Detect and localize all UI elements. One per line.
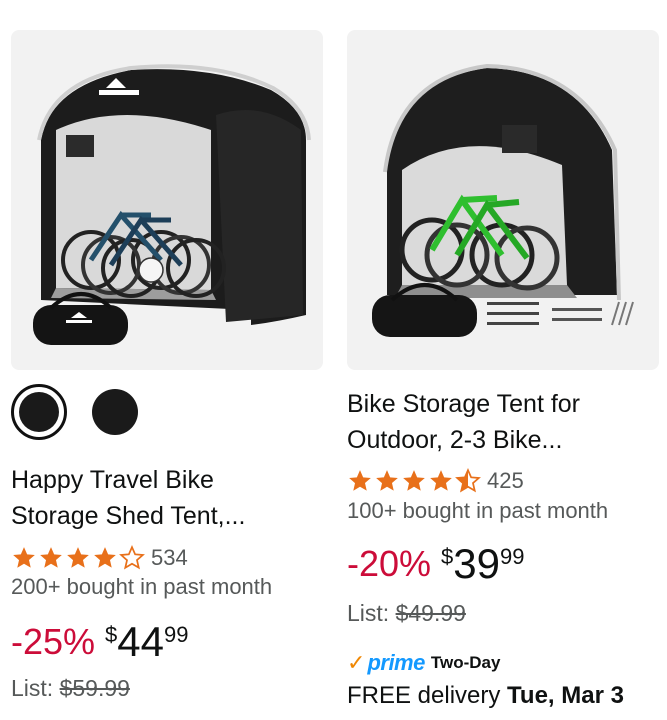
rating-count[interactable]: 425 [487,468,524,494]
list-price-2: List: $49.99 [347,600,466,626]
prime-check-icon: ✓ [347,650,366,675]
star-rating-icon [11,545,145,571]
prime-logo: prime [367,650,425,675]
product-image-2[interactable] [347,30,659,370]
star-rating-icon [347,468,481,494]
discount-badge: -20% [347,543,432,584]
price-row-1: -25% $ 44 99 [11,620,189,664]
product-title-2[interactable]: Bike Storage Tent for Outdoor, 2-3 Bike.… [347,386,659,458]
prime-speed: Two-Day [430,653,501,672]
rating-count[interactable]: 534 [151,545,188,571]
swatch-black[interactable] [92,389,138,435]
color-swatches [11,384,323,440]
product-title-1[interactable]: Happy Travel Bike Storage Shed Tent,... [11,462,323,534]
prime-badge: ✓ prime Two-Day [347,650,500,676]
price: $ 44 99 [105,618,189,665]
rating-1[interactable]: 534 [11,545,188,571]
price-row-2: -20% $ 39 99 [347,542,525,586]
bought-count: 100+ bought in past month [347,498,609,523]
price: $ 39 99 [441,540,525,587]
delivery-info: FREE delivery Tue, Mar 3 [347,682,624,709]
rating-2[interactable]: 425 [347,468,524,494]
bought-count: 200+ bought in past month [11,574,273,599]
list-price-1: List: $59.99 [11,675,130,701]
discount-badge: -25% [11,621,96,662]
tent-photo-1 [33,64,311,345]
tent-photo-2 [372,63,634,337]
product-image-1[interactable] [11,30,323,370]
swatch-black-selected[interactable] [11,384,67,440]
